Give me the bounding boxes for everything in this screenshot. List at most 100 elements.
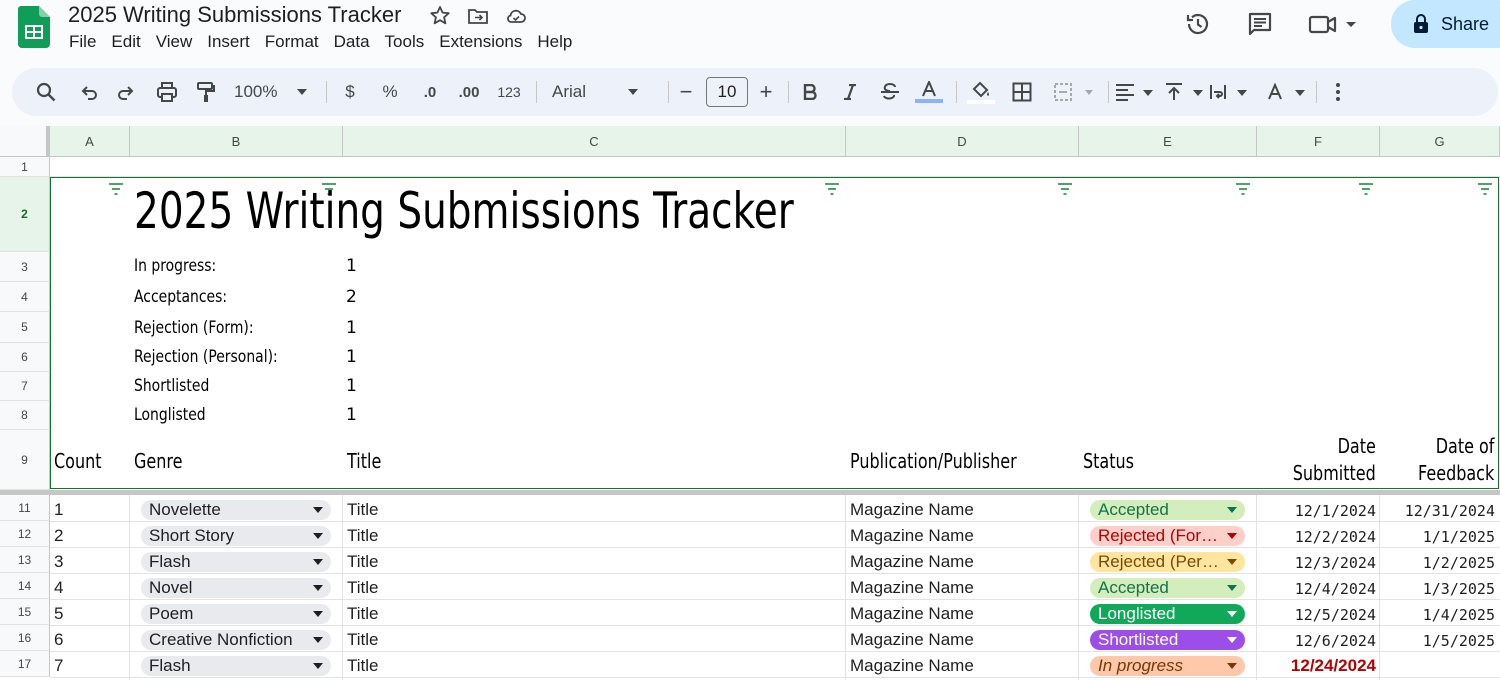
title-cell[interactable]: Title — [347, 552, 379, 572]
row-header-13[interactable]: 13 — [0, 547, 50, 573]
genre-dropdown-chip[interactable]: Creative Nonfiction — [141, 630, 331, 650]
date-submitted-cell[interactable]: 12/24/2024 — [1291, 656, 1376, 676]
spreadsheet-grid[interactable]: A B C D E F G 1 2 3 4 5 6 7 8 9 11 12 13… — [0, 126, 1500, 680]
menu-format[interactable]: Format — [259, 32, 325, 52]
menu-file[interactable]: File — [68, 32, 102, 52]
menu-insert[interactable]: Insert — [201, 32, 256, 52]
header-status[interactable]: Status — [1083, 448, 1134, 475]
decrease-decimal-button[interactable]: .0 — [416, 68, 444, 116]
font-family-select[interactable]: Arial — [552, 68, 652, 116]
row-header-17[interactable]: 17 — [0, 651, 50, 677]
more-options-icon[interactable] — [1328, 68, 1348, 116]
fill-color-icon[interactable] — [966, 68, 996, 116]
column-header-g[interactable]: G — [1380, 126, 1500, 157]
row-header-12[interactable]: 12 — [0, 521, 50, 547]
header-count[interactable]: Count — [54, 448, 102, 475]
row-header-2[interactable]: 2 — [0, 177, 50, 252]
summary-label[interactable]: In progress: — [134, 256, 216, 276]
row-header-11[interactable]: 11 — [0, 495, 50, 521]
menu-data[interactable]: Data — [328, 32, 376, 52]
format-currency-button[interactable]: $ — [340, 68, 360, 116]
increase-decimal-button[interactable]: .00 — [454, 68, 484, 116]
publication-cell[interactable]: Magazine Name — [850, 500, 974, 520]
status-dropdown-chip[interactable]: Rejected (Per… — [1090, 552, 1245, 572]
row-header-14[interactable]: 14 — [0, 573, 50, 599]
star-icon[interactable] — [428, 4, 452, 28]
more-formats-button[interactable]: 123 — [494, 68, 524, 116]
date-feedback-cell[interactable]: 1/1/2025 — [1423, 528, 1495, 546]
publication-cell[interactable]: Magazine Name — [850, 552, 974, 572]
publication-cell[interactable]: Magazine Name — [850, 630, 974, 650]
date-submitted-cell[interactable]: 12/1/2024 — [1295, 502, 1376, 520]
menu-help[interactable]: Help — [531, 32, 578, 52]
status-dropdown-chip[interactable]: Longlisted — [1090, 604, 1245, 624]
date-submitted-cell[interactable]: 12/6/2024 — [1295, 632, 1376, 650]
row-header-15[interactable]: 15 — [0, 599, 50, 625]
date-feedback-cell[interactable]: 1/3/2025 — [1423, 580, 1495, 598]
header-genre[interactable]: Genre — [134, 448, 182, 475]
bold-icon[interactable] — [800, 68, 820, 116]
date-feedback-cell[interactable]: 1/5/2025 — [1423, 632, 1495, 650]
decrease-font-size-button[interactable]: − — [676, 68, 696, 116]
row-header-9[interactable]: 9 — [0, 430, 50, 490]
date-submitted-cell[interactable]: 12/4/2024 — [1295, 580, 1376, 598]
summary-label[interactable]: Acceptances: — [134, 287, 227, 307]
filter-icon[interactable] — [108, 183, 124, 195]
row-header-3[interactable]: 3 — [0, 252, 50, 282]
column-header-e[interactable]: E — [1079, 126, 1257, 157]
publication-cell[interactable]: Magazine Name — [850, 656, 974, 676]
genre-dropdown-chip[interactable]: Short Story — [141, 526, 331, 546]
print-icon[interactable] — [153, 68, 181, 116]
date-submitted-cell[interactable]: 12/3/2024 — [1295, 554, 1376, 572]
filter-icon[interactable] — [1358, 183, 1374, 195]
text-wrapping-icon[interactable] — [1208, 68, 1250, 116]
menu-edit[interactable]: Edit — [105, 32, 146, 52]
move-folder-icon[interactable] — [466, 4, 490, 28]
filter-icon[interactable] — [1057, 183, 1073, 195]
zoom-select[interactable]: 100% — [234, 68, 314, 116]
publication-cell[interactable]: Magazine Name — [850, 578, 974, 598]
date-submitted-cell[interactable]: 12/5/2024 — [1295, 606, 1376, 624]
title-cell[interactable]: Title — [347, 630, 379, 650]
date-feedback-cell[interactable]: 1/4/2025 — [1423, 606, 1495, 624]
summary-label[interactable]: Rejection (Personal): — [134, 347, 278, 367]
row-header-8[interactable]: 8 — [0, 401, 50, 430]
header-date-feedback[interactable]: Date of — [1435, 433, 1494, 460]
genre-dropdown-chip[interactable]: Novel — [141, 578, 331, 598]
header-publication[interactable]: Publication/Publisher — [850, 448, 1017, 475]
column-header-d[interactable]: D — [846, 126, 1079, 157]
row-header-16[interactable]: 16 — [0, 625, 50, 651]
sheet-title[interactable]: 2025 Writing Submissions Tracker — [134, 182, 794, 240]
status-dropdown-chip[interactable]: In progress — [1090, 656, 1245, 676]
header-date-submitted[interactable]: Date — [1338, 433, 1376, 460]
status-dropdown-chip[interactable]: Shortlisted — [1090, 630, 1245, 650]
filter-icon[interactable] — [824, 183, 840, 195]
genre-dropdown-chip[interactable]: Poem — [141, 604, 331, 624]
title-cell[interactable]: Title — [347, 526, 379, 546]
header-date-feedback[interactable]: Feedback — [1418, 460, 1494, 487]
document-title[interactable]: 2025 Writing Submissions Tracker — [68, 2, 401, 28]
search-menus-icon[interactable] — [30, 68, 62, 116]
summary-value[interactable]: 1 — [346, 376, 357, 396]
menu-view[interactable]: View — [150, 32, 199, 52]
summary-value[interactable]: 1 — [346, 318, 357, 338]
frozen-rows-divider[interactable] — [0, 490, 1500, 495]
status-dropdown-chip[interactable]: Accepted — [1090, 578, 1245, 598]
meet-camera-icon[interactable] — [1304, 8, 1360, 40]
summary-label[interactable]: Rejection (Form): — [134, 318, 254, 338]
publication-cell[interactable]: Magazine Name — [850, 604, 974, 624]
vertical-align-icon[interactable] — [1164, 68, 1206, 116]
row-header-5[interactable]: 5 — [0, 312, 50, 343]
italic-icon[interactable] — [840, 68, 860, 116]
count-cell[interactable]: 5 — [54, 604, 63, 624]
filter-icon[interactable] — [1477, 183, 1493, 195]
format-percent-button[interactable]: % — [378, 68, 402, 116]
count-cell[interactable]: 2 — [54, 526, 63, 546]
publication-cell[interactable]: Magazine Name — [850, 526, 974, 546]
share-button[interactable]: Share — [1391, 0, 1500, 48]
summary-value[interactable]: 1 — [346, 347, 357, 367]
select-all-corner[interactable] — [0, 126, 50, 157]
title-cell[interactable]: Title — [347, 578, 379, 598]
title-cell[interactable]: Title — [347, 500, 379, 520]
count-cell[interactable]: 6 — [54, 630, 63, 650]
